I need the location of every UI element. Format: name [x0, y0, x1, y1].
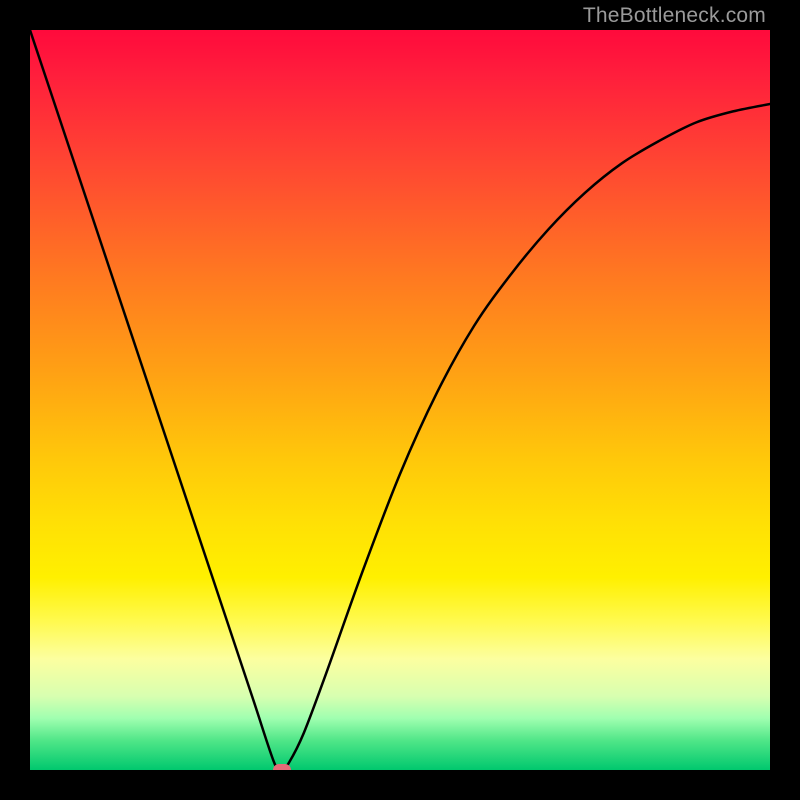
optimum-marker: [273, 764, 291, 770]
watermark-text: TheBottleneck.com: [583, 4, 766, 28]
bottleneck-curve: [30, 30, 770, 770]
chart-frame: TheBottleneck.com: [0, 0, 800, 800]
plot-area: [30, 30, 770, 770]
